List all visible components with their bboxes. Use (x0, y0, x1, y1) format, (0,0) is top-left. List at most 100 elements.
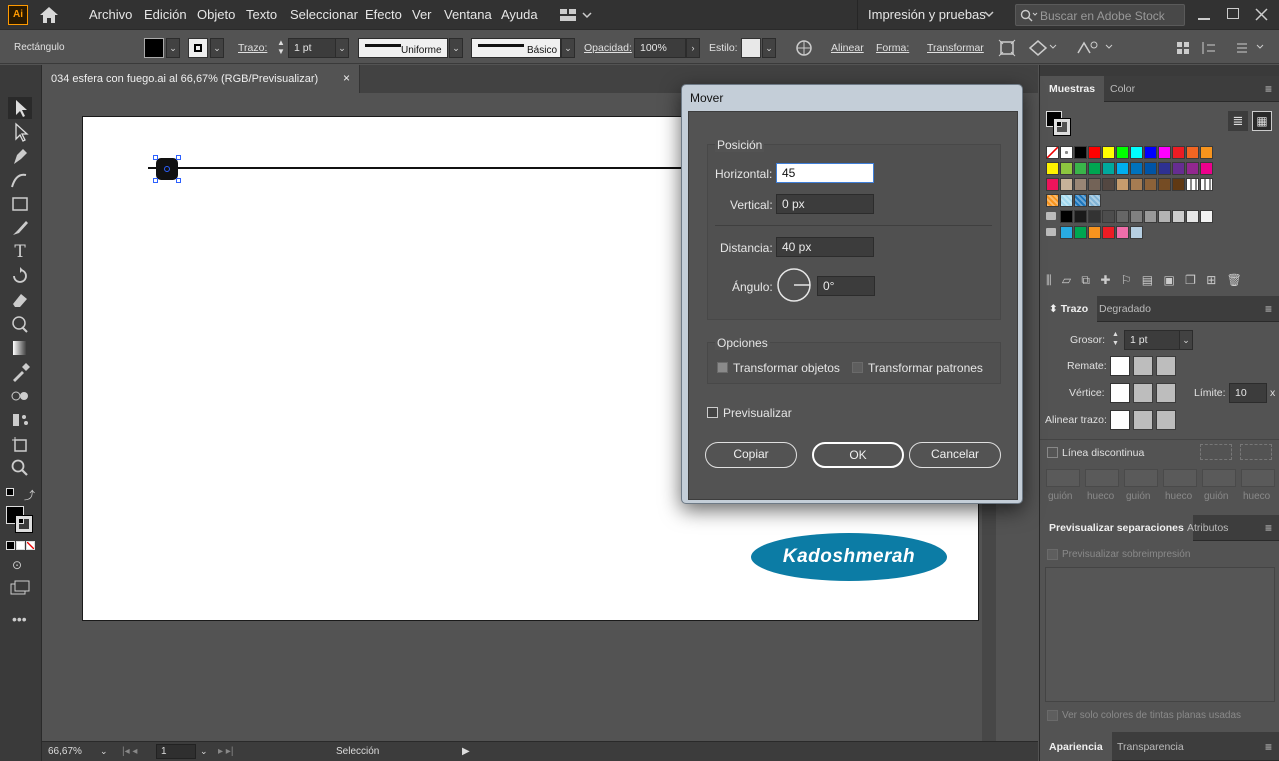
tab-stroke[interactable]: ⬍ Trazo (1040, 296, 1098, 322)
tab-appearance[interactable]: Apariencia (1040, 732, 1112, 761)
color-swatch[interactable] (1130, 226, 1143, 239)
opacity-input[interactable]: 100% (634, 38, 686, 58)
fill-dropdown[interactable]: ⌄ (166, 38, 180, 58)
horizontal-input[interactable]: 45 (776, 163, 874, 183)
round-cap-button[interactable] (1133, 356, 1153, 376)
dash-gap-input[interactable] (1163, 469, 1197, 487)
selection-tool-icon[interactable] (8, 97, 32, 119)
artboard-nav-next-last-icon[interactable]: ▸ ▸| (218, 746, 233, 757)
dash-align-icon[interactable] (1240, 444, 1272, 460)
brush-definition[interactable]: Básico (471, 38, 561, 58)
opacity-slider-arrow[interactable]: › (686, 38, 700, 58)
draw-mode-icon[interactable]: ⊙ (12, 558, 22, 572)
stroke-panel-menu-icon[interactable]: ≡ (1265, 302, 1272, 316)
color-swatch[interactable] (1116, 178, 1129, 191)
align-center-button[interactable] (1110, 410, 1130, 430)
workspace-switcher[interactable]: Impresión y pruebas (857, 0, 1007, 30)
color-swatch[interactable] (1200, 210, 1213, 223)
screen-mode-icon[interactable] (10, 580, 30, 596)
recolor-artwork-icon[interactable] (795, 39, 815, 57)
transform-objects-checkbox[interactable] (717, 362, 728, 373)
symbol-sprayer-tool-icon[interactable] (8, 409, 32, 431)
color-mode-icon[interactable] (6, 541, 15, 550)
style-dropdown[interactable]: ⌄ (762, 38, 776, 58)
color-swatch[interactable] (1186, 146, 1199, 159)
color-swatch[interactable] (1060, 146, 1073, 159)
swatch-stroke-icon[interactable] (1053, 118, 1071, 136)
color-swatch[interactable] (1172, 146, 1185, 159)
color-swatch[interactable] (1074, 194, 1087, 207)
color-swatch[interactable] (1088, 162, 1101, 175)
overprint-checkbox[interactable] (1047, 549, 1058, 560)
color-swatch[interactable] (1088, 146, 1101, 159)
color-swatch[interactable] (1158, 210, 1171, 223)
shape-link[interactable]: Forma: (876, 42, 909, 54)
angle-input[interactable]: 0° (817, 276, 875, 296)
document-tab[interactable]: 034 esfera con fuego.ai al 66,67% (RGB/P… (42, 65, 360, 93)
color-swatch[interactable] (1060, 210, 1073, 223)
menu-ver[interactable]: Ver (412, 7, 432, 22)
color-swatch[interactable] (1074, 226, 1087, 239)
canvas-line-path[interactable] (148, 167, 688, 169)
color-swatch[interactable] (1116, 146, 1129, 159)
color-swatch[interactable] (1200, 162, 1213, 175)
transform-link[interactable]: Transformar (927, 42, 984, 54)
type-tool-icon[interactable]: T (8, 241, 32, 263)
color-swatch[interactable] (1130, 146, 1143, 159)
artboard-dropdown-icon[interactable]: ⌄ (200, 746, 208, 757)
stroke-color-dropdown[interactable]: ⌄ (210, 38, 224, 58)
status-arrow-icon[interactable]: ▶ (462, 746, 470, 757)
color-swatch[interactable] (1074, 178, 1087, 191)
menu-archivo[interactable]: Archivo (89, 7, 132, 22)
miter-join-button[interactable] (1110, 383, 1130, 403)
home-icon[interactable] (38, 5, 60, 25)
color-swatch[interactable] (1130, 178, 1143, 191)
maximize-icon[interactable] (1227, 8, 1239, 19)
color-swatch[interactable] (1144, 178, 1157, 191)
appearance-menu-icon[interactable]: ≡ (1265, 740, 1272, 754)
align-outside-button[interactable] (1156, 410, 1176, 430)
tab-gradient[interactable]: Degradado (1090, 296, 1160, 322)
stroke-weight-input[interactable]: 1 pt (288, 38, 336, 58)
color-swatch[interactable] (1144, 210, 1157, 223)
bevel-join-button[interactable] (1156, 383, 1176, 403)
curvature-tool-icon[interactable] (8, 169, 32, 191)
menu-texto[interactable]: Texto (246, 7, 277, 22)
transform-patterns-checkbox[interactable] (852, 362, 863, 373)
color-swatch[interactable] (1060, 162, 1073, 175)
artboard-tool-icon[interactable] (8, 433, 32, 455)
color-swatch[interactable] (1186, 178, 1199, 191)
color-swatch[interactable] (1116, 226, 1129, 239)
list-view-icon[interactable]: ≣ (1228, 111, 1248, 131)
arrange-documents-icon[interactable] (559, 8, 593, 22)
vertical-input[interactable]: 0 px (776, 194, 874, 214)
gradient-tool-icon[interactable] (8, 337, 32, 359)
dashed-line-checkbox[interactable] (1047, 447, 1058, 458)
paintbrush-tool-icon[interactable] (8, 217, 32, 239)
blend-tool-icon[interactable] (8, 385, 32, 407)
color-swatch[interactable] (1088, 194, 1101, 207)
color-swatch[interactable] (1046, 162, 1059, 175)
direct-selection-tool-icon[interactable] (8, 121, 32, 143)
copy-button[interactable]: Copiar (705, 442, 797, 468)
color-swatch[interactable] (1074, 162, 1087, 175)
round-join-button[interactable] (1133, 383, 1153, 403)
color-swatch[interactable] (1116, 162, 1129, 175)
align-inside-button[interactable] (1133, 410, 1153, 430)
thumbnail-view-icon[interactable]: ▦ (1252, 111, 1272, 131)
style-swatch[interactable] (741, 38, 761, 58)
color-swatch[interactable] (1088, 226, 1101, 239)
color-swatch[interactable] (1074, 146, 1087, 159)
color-swatch[interactable] (1130, 210, 1143, 223)
color-swatch[interactable] (1102, 178, 1115, 191)
color-swatch[interactable] (1046, 194, 1059, 207)
eraser-tool-icon[interactable] (8, 289, 32, 311)
stroke-swatch[interactable] (188, 38, 208, 58)
panel-menu-icon[interactable]: ≡ (1265, 82, 1272, 96)
color-swatch[interactable] (1172, 210, 1185, 223)
tab-separations-preview[interactable]: Previsualizar separaciones (1040, 515, 1193, 541)
artboard-number[interactable]: 1 (161, 746, 167, 757)
dash-preserve-icon[interactable] (1200, 444, 1232, 460)
fill-swatch[interactable] (144, 38, 164, 58)
color-swatch[interactable] (1186, 210, 1199, 223)
